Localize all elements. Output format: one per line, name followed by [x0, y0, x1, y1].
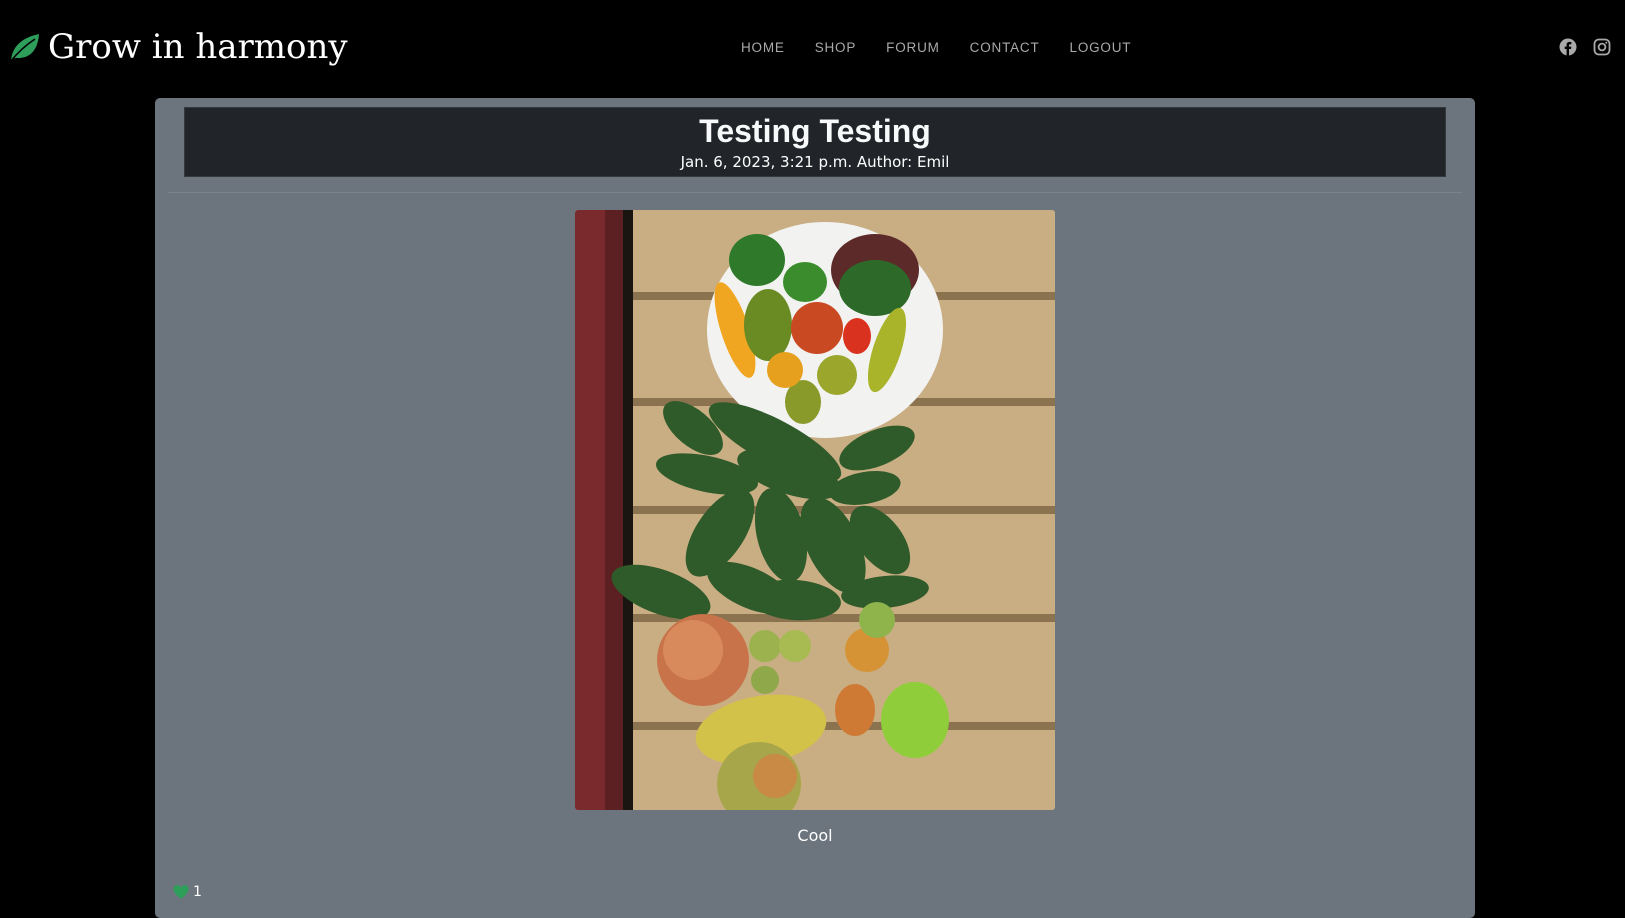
facebook-icon	[1559, 38, 1577, 56]
post-card: Testing Testing Jan. 6, 2023, 3:21 p.m. …	[155, 98, 1475, 918]
header-divider	[168, 192, 1462, 193]
nav-link-forum[interactable]: FORUM	[871, 36, 955, 59]
post-image	[575, 210, 1055, 810]
social-links	[1559, 38, 1611, 56]
nav-link-logout[interactable]: LOGOUT	[1055, 36, 1147, 59]
nav-link-shop[interactable]: SHOP	[800, 36, 871, 59]
like-row: 1	[171, 882, 202, 902]
nav-link-contact[interactable]: CONTACT	[955, 36, 1055, 59]
instagram-link[interactable]	[1593, 38, 1611, 56]
post-header: Testing Testing Jan. 6, 2023, 3:21 p.m. …	[184, 107, 1446, 177]
leaf-icon	[10, 34, 39, 62]
main-nav: HOME SHOP FORUM CONTACT LOGOUT	[726, 36, 1146, 59]
facebook-link[interactable]	[1559, 38, 1577, 56]
brand-name: Grow in harmony	[48, 27, 348, 67]
vegetables-photo	[575, 210, 1055, 810]
brand-logo-link[interactable]: Grow in harmony	[8, 22, 348, 72]
post-meta: Jan. 6, 2023, 3:21 p.m. Author: Emil	[680, 153, 950, 171]
post-title: Testing Testing	[699, 113, 931, 149]
nav-link-home[interactable]: HOME	[726, 36, 800, 59]
heart-icon[interactable]	[171, 882, 191, 902]
like-count: 1	[193, 884, 202, 900]
post-caption: Cool	[797, 826, 833, 845]
instagram-icon	[1593, 38, 1611, 56]
top-navbar: Grow in harmony HOME SHOP FORUM CONTACT …	[0, 0, 1625, 96]
